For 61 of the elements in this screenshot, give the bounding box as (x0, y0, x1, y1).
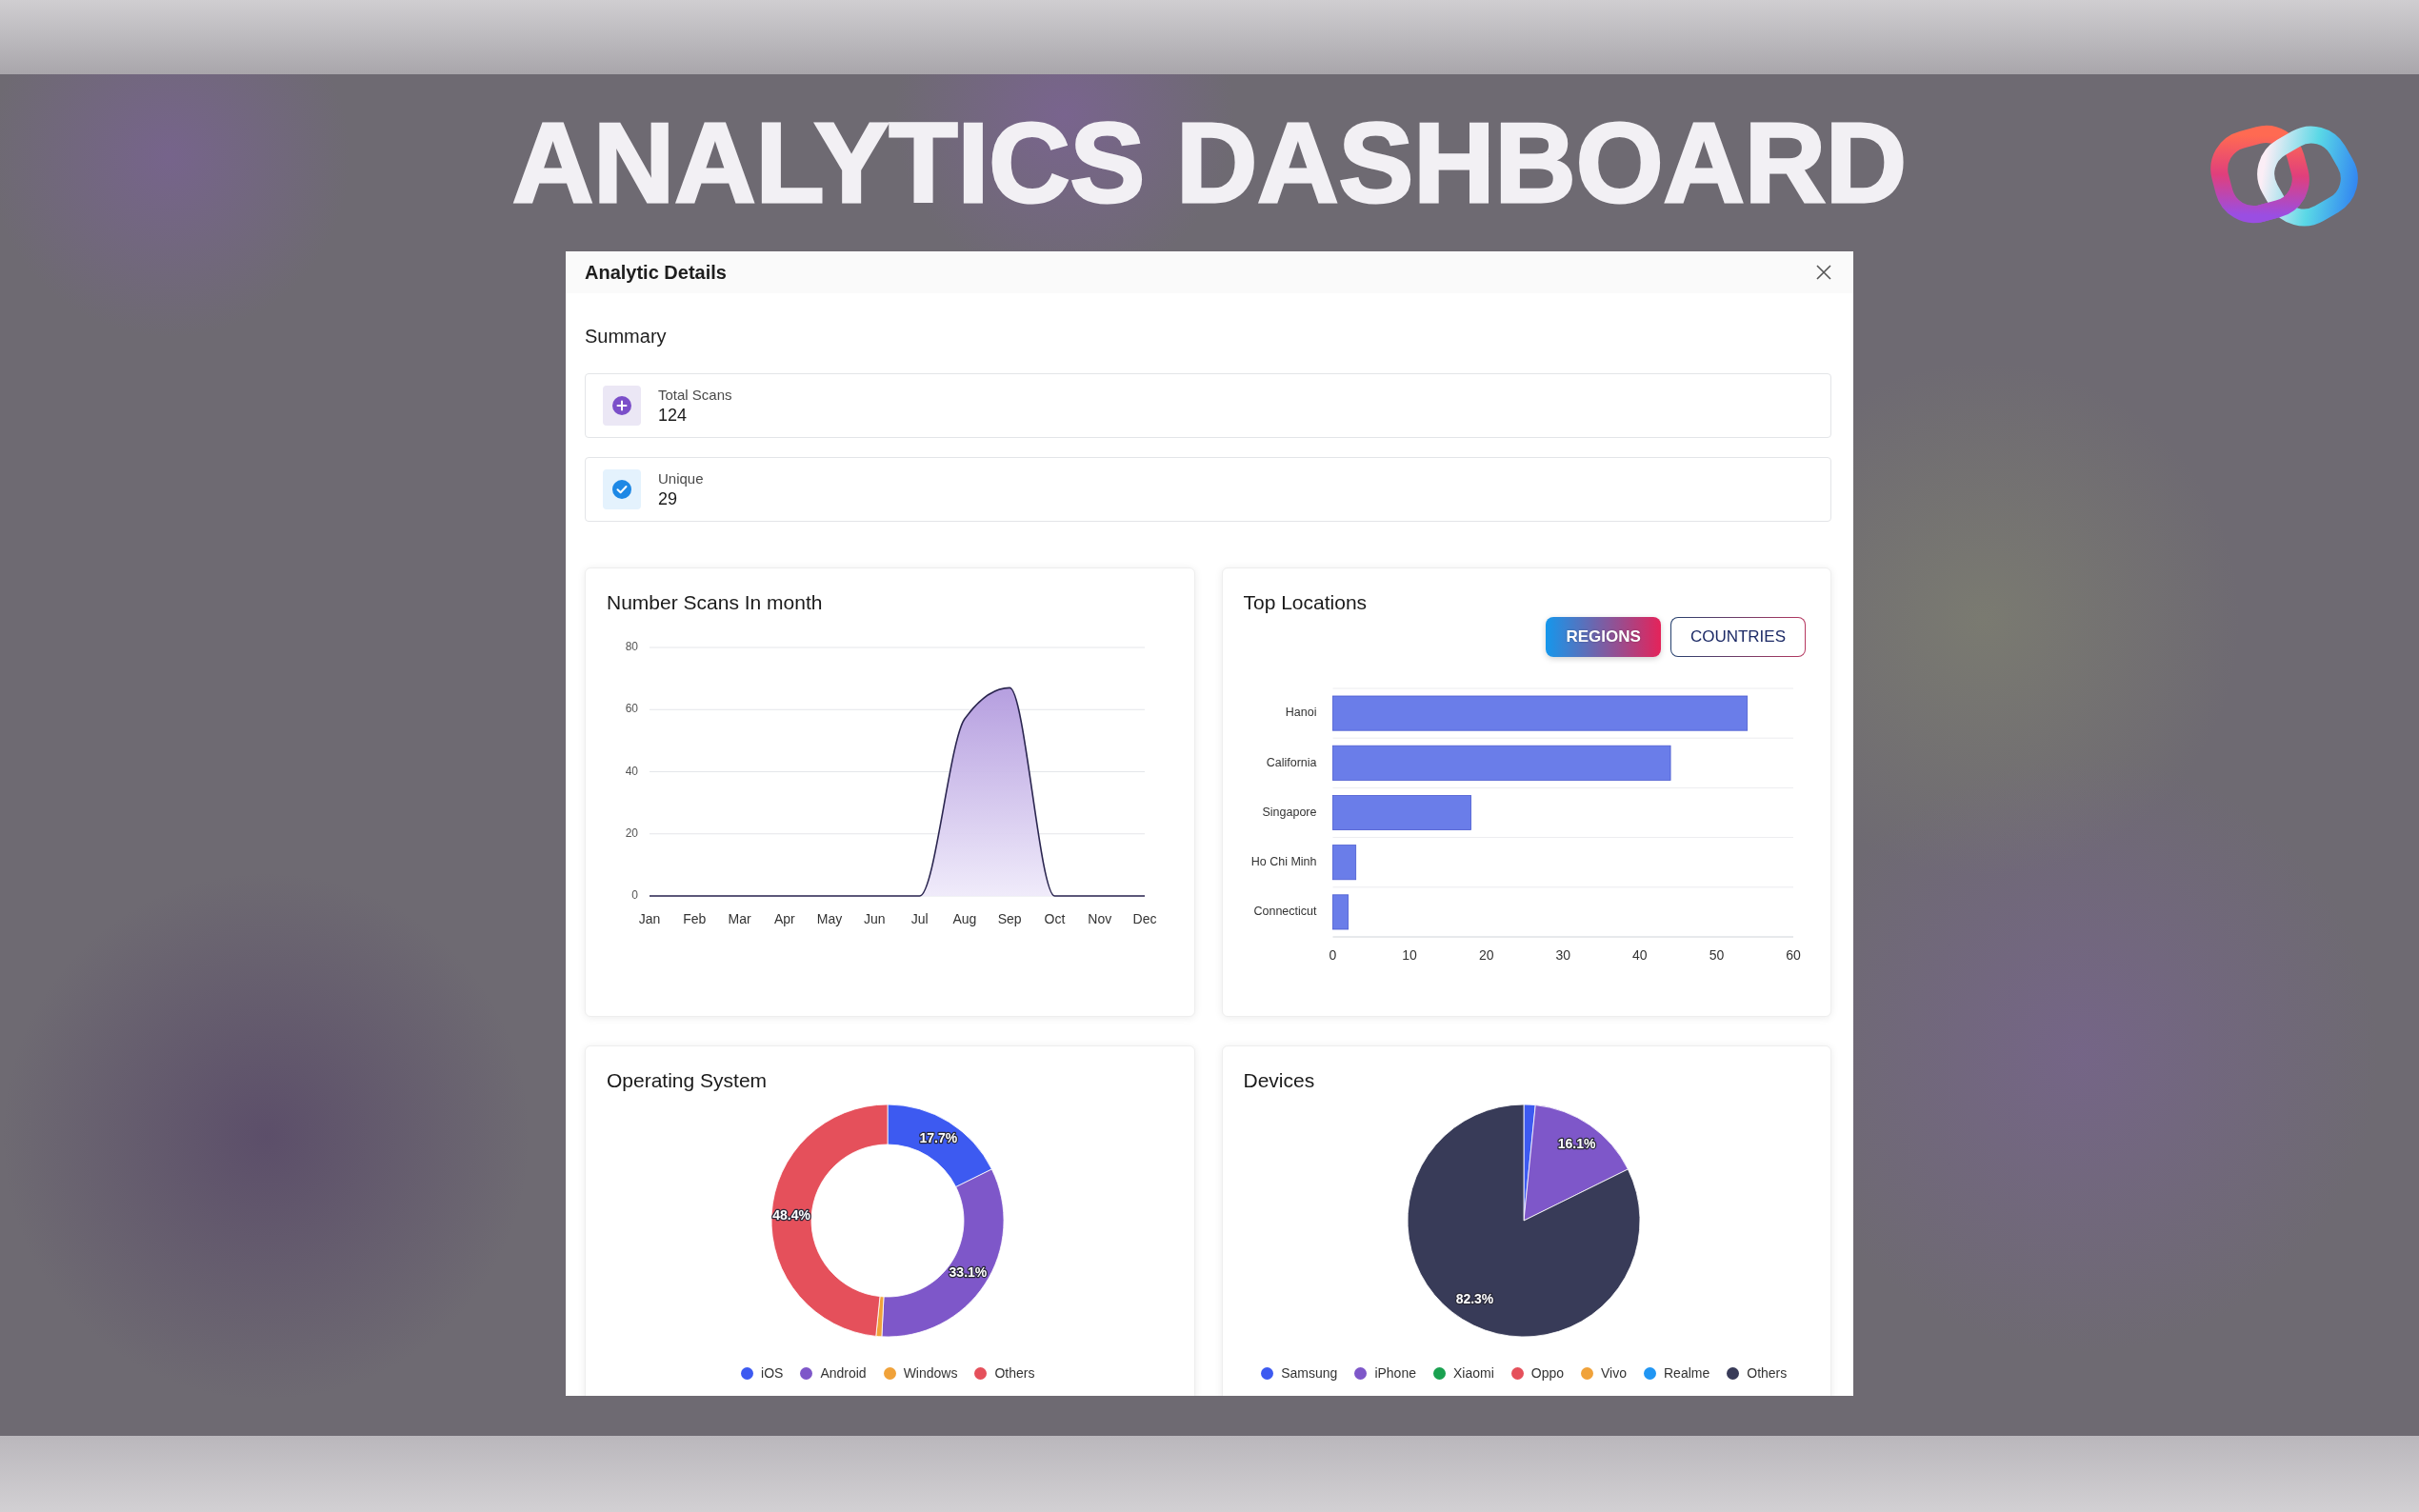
stat-label: Unique (658, 469, 704, 488)
legend-label: Realme (1664, 1364, 1710, 1383)
axis-category-label: Apr (773, 910, 795, 926)
axis-tick-label: 40 (1631, 946, 1648, 963)
card-title: Operating System (606, 1068, 769, 1093)
axis-category-label: Ho Chi Minh (1250, 855, 1316, 868)
legend-label: Xiaomi (1452, 1364, 1494, 1383)
axis-category-label: Singapore (1262, 805, 1316, 819)
card-title: Number Scans In month (606, 590, 824, 615)
legend-label: Others (1747, 1364, 1788, 1383)
axis-tick-label: 0 (1329, 946, 1336, 963)
axis-tick-label: 20 (625, 826, 638, 840)
axis-category-label: Dec (1132, 910, 1157, 926)
axis-category-label: Nov (1088, 910, 1112, 926)
tab[interactable]: COUNTRIES (1669, 617, 1806, 657)
axis-category-label: Sep (997, 910, 1022, 926)
axis-category-label: Connecticut (1253, 905, 1316, 919)
axis-category-label: Jun (864, 910, 886, 926)
page-title: ANALYTICS DASHBOARD (511, 107, 1908, 219)
axis-tick-label: 40 (625, 764, 638, 778)
slice-value-label: 17.7% (919, 1129, 958, 1145)
axis-tick-label: 50 (1709, 946, 1724, 963)
axis-tick-label: 10 (1401, 946, 1417, 963)
legend-label: iPhone (1374, 1364, 1416, 1383)
axis-tick-label: 60 (1785, 946, 1801, 963)
axis-tick-label: 30 (1554, 946, 1570, 963)
legend-label: Oppo (1530, 1364, 1564, 1383)
tab[interactable]: REGIONS (1546, 617, 1661, 657)
close-icon (1816, 265, 1831, 280)
axis-category-label: Hanoi (1285, 706, 1316, 720)
axis-category-label: Jan (638, 910, 661, 926)
stat-value: 29 (658, 488, 679, 509)
legend-label: Samsung (1281, 1364, 1338, 1383)
legend-label: Android (820, 1364, 867, 1383)
axis-category-label: Mar (728, 910, 751, 926)
axis-category-label: Aug (952, 910, 977, 926)
axis-category-label: California (1266, 755, 1316, 769)
section-heading: Summary (585, 325, 668, 348)
legend-label: Others (994, 1364, 1035, 1383)
slice-value-label: 33.1% (949, 1264, 988, 1281)
chart-bar (1331, 845, 1356, 881)
axis-category-label: Oct (1044, 910, 1066, 926)
card-title: Devices (1242, 1068, 1316, 1093)
axis-category-label: Jul (910, 910, 929, 926)
stat-label: Total Scans (658, 386, 732, 405)
legend-label: Windows (903, 1364, 958, 1383)
axis-tick-label: 80 (625, 640, 638, 654)
axis-tick-label: 20 (1478, 946, 1493, 963)
axis-tick-label: 60 (625, 702, 638, 716)
slice-value-label: 82.3% (1455, 1290, 1494, 1306)
dialog-title: Analytic Details (585, 261, 727, 285)
axis-tick-label: 0 (631, 888, 638, 903)
stat-value: 124 (658, 405, 689, 426)
chart-bar (1331, 894, 1349, 930)
card-title: Top Locations (1242, 590, 1369, 615)
slice-value-label: 48.4% (772, 1206, 811, 1223)
slice-value-label: 16.1% (1558, 1135, 1596, 1151)
legend-label: iOS (761, 1364, 784, 1383)
legend-label: Vivo (1601, 1364, 1627, 1383)
axis-category-label: May (816, 910, 843, 926)
axis-category-label: Feb (683, 910, 707, 926)
